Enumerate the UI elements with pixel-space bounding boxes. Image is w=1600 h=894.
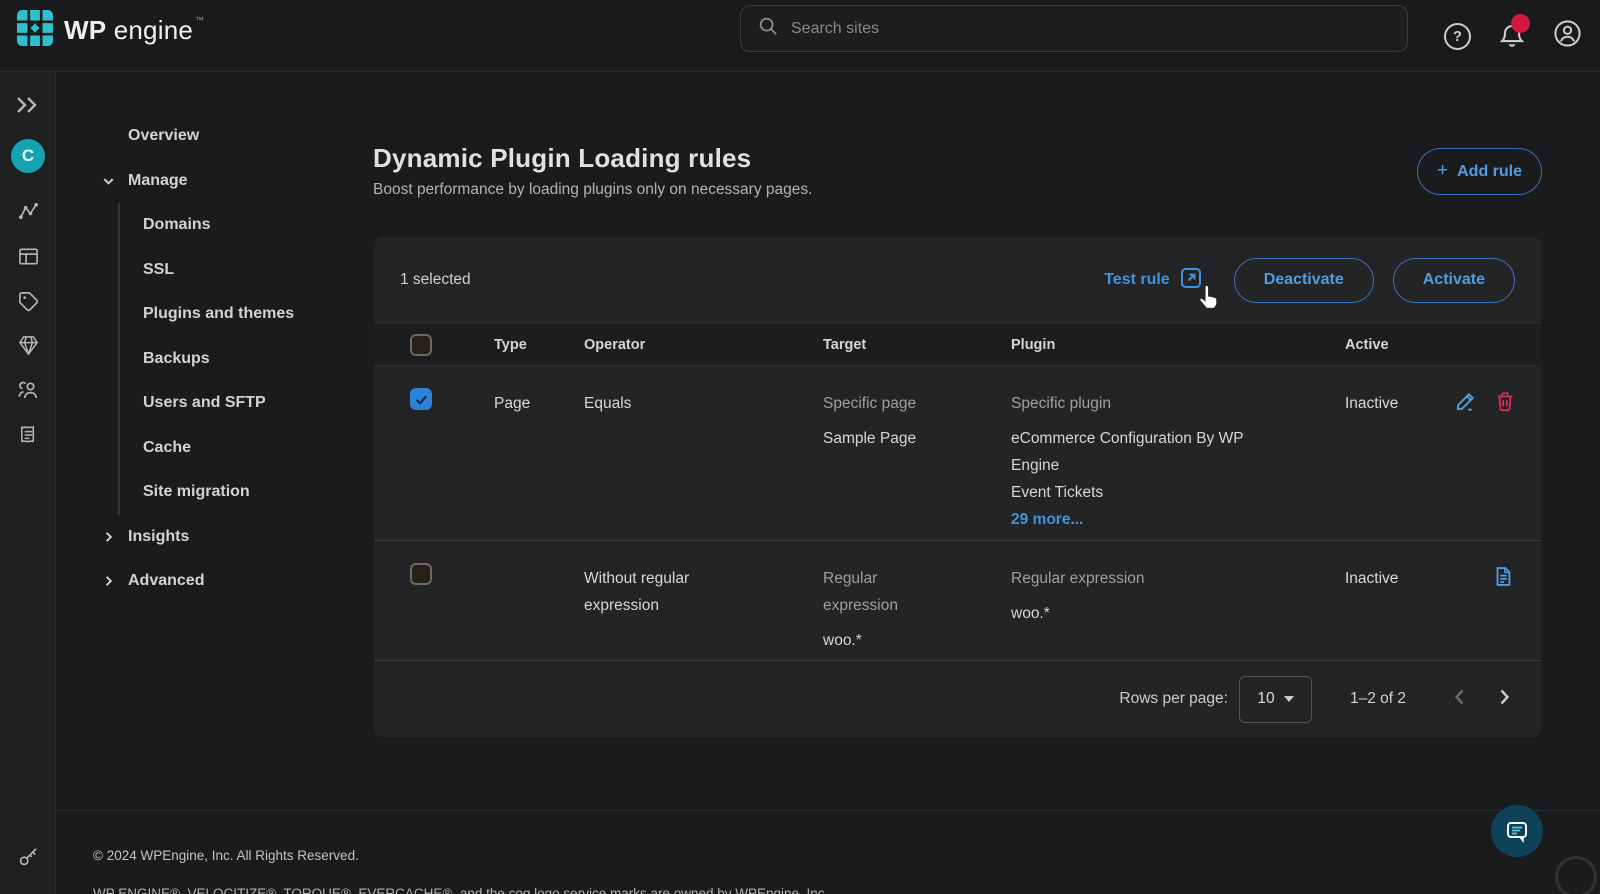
activity-graph-icon[interactable] — [0, 193, 56, 229]
add-rule-button[interactable]: + Add rule — [1417, 148, 1542, 195]
topbar: WP engine™ Search sites ? — [0, 0, 1600, 72]
column-header-type: Type — [494, 337, 584, 353]
ssh-keys-icon[interactable] — [0, 838, 56, 874]
column-header-target: Target — [823, 337, 1011, 353]
cell-active-status: Inactive — [1345, 541, 1454, 660]
sidebar-item-users-and-sftp[interactable]: Users and SFTP — [120, 381, 328, 426]
sidebar-item-domains[interactable]: Domains — [120, 203, 328, 248]
trademarks-text: WP ENGINE®, VELOCITIZE®, TORQUE®, EVERCA… — [93, 886, 828, 894]
plus-icon: + — [1437, 160, 1448, 182]
rules-table-card: 1 selected Test rule Deactivate Activate — [374, 237, 1541, 737]
rows-per-page-label: Rows per page: — [1119, 690, 1228, 708]
pagination-range: 1–2 of 2 — [1350, 690, 1406, 708]
search-sites-input[interactable]: Search sites — [740, 5, 1408, 52]
wpengine-grid-icon — [16, 9, 54, 52]
select-all-checkbox[interactable] — [410, 334, 432, 356]
rows-per-page-select[interactable]: 10 — [1239, 676, 1312, 723]
activate-button[interactable]: Activate — [1393, 258, 1515, 303]
help-icon[interactable]: ? — [1444, 23, 1471, 50]
site-avatar[interactable]: C — [0, 138, 56, 174]
column-header-plugin: Plugin — [1011, 337, 1345, 353]
sidebar-item-insights[interactable]: Insights — [98, 515, 328, 560]
cell-target: Regular expression woo.* — [823, 541, 1011, 660]
sidebar-item-cache[interactable]: Cache — [120, 426, 328, 471]
chevron-right-icon — [102, 530, 115, 543]
table-toolbar: 1 selected Test rule Deactivate Activate — [374, 237, 1541, 323]
sidebar-item-manage[interactable]: Manage — [98, 159, 328, 204]
manage-subnav: Domains SSL Plugins and themes Backups U… — [118, 203, 328, 515]
row-checkbox-unchecked[interactable] — [410, 563, 432, 585]
row-checkbox-checked[interactable] — [410, 388, 432, 410]
column-header-active: Active — [1345, 337, 1454, 353]
sidebar-item-ssl[interactable]: SSL — [120, 248, 328, 293]
caret-down-icon — [1284, 696, 1294, 702]
cell-type — [494, 541, 584, 660]
search-placeholder: Search sites — [791, 20, 879, 38]
cell-target: Specific page Sample Page — [823, 366, 1011, 540]
ghost-loader-circle — [1555, 856, 1597, 894]
delete-rule-icon[interactable] — [1494, 390, 1516, 540]
page-title: Dynamic Plugin Loading rules — [373, 143, 751, 174]
search-icon — [757, 15, 779, 42]
more-plugins-link[interactable]: 29 more... — [1011, 506, 1345, 533]
copyright-text: © 2024 WPEngine, Inc. All Rights Reserve… — [93, 848, 359, 863]
notifications-bell-icon[interactable] — [1498, 22, 1526, 50]
tags-icon[interactable] — [0, 283, 56, 319]
sites-layout-icon[interactable] — [0, 238, 56, 274]
cell-operator: Equals — [584, 366, 823, 540]
users-icon[interactable] — [0, 372, 56, 408]
deactivate-button[interactable]: Deactivate — [1234, 258, 1374, 303]
icon-rail: C — [0, 72, 56, 894]
table-pagination: Rows per page: 10 1–2 of 2 — [374, 661, 1541, 737]
footer-divider — [56, 810, 1600, 811]
page-subtitle: Boost performance by loading plugins onl… — [373, 181, 812, 199]
chevron-right-icon — [102, 575, 115, 588]
test-rule-link[interactable]: Test rule — [1104, 266, 1203, 295]
table-row: Page Equals Specific page Sample Page Sp… — [374, 366, 1541, 541]
sidebar-item-backups[interactable]: Backups — [120, 337, 328, 382]
hand-cursor-pointer — [1196, 284, 1220, 315]
activity-log-icon[interactable] — [0, 416, 56, 452]
sidebar-item-overview[interactable]: Overview — [98, 114, 328, 159]
account-icon[interactable] — [1553, 19, 1582, 53]
chevron-down-icon — [102, 174, 115, 187]
chat-support-button[interactable] — [1491, 805, 1543, 857]
cell-operator: Without regular expression — [584, 541, 823, 660]
column-header-operator: Operator — [584, 337, 823, 353]
sidebar-item-advanced[interactable]: Advanced — [98, 559, 328, 604]
sidebar-item-site-migration[interactable]: Site migration — [120, 470, 328, 515]
cell-active-status: Inactive — [1345, 366, 1454, 540]
previous-page-icon[interactable] — [1450, 687, 1470, 712]
next-page-icon[interactable] — [1494, 687, 1514, 712]
cell-type: Page — [494, 366, 584, 540]
expand-sidebar-icon[interactable] — [0, 87, 56, 123]
logo-wordmark: WP engine™ — [64, 15, 204, 46]
cell-plugin: Regular expression woo.* — [1011, 541, 1345, 660]
sidebar-item-plugins-and-themes[interactable]: Plugins and themes — [120, 292, 328, 337]
table-header-row: Type Operator Target Plugin Active — [374, 323, 1541, 366]
table-row: Without regular expression Regular expre… — [374, 541, 1541, 661]
cell-plugin: Specific plugin eCommerce Configuration … — [1011, 366, 1345, 540]
rule-details-document-icon[interactable] — [1492, 565, 1514, 660]
premium-gem-icon[interactable] — [0, 327, 56, 363]
sidebar-nav: Overview Manage Domains SSL Plugins and … — [98, 114, 328, 604]
notification-badge — [1511, 14, 1530, 33]
wpengine-portal: WP engine™ Search sites ? — [0, 0, 1600, 894]
wpengine-logo[interactable]: WP engine™ — [16, 9, 204, 52]
selected-count: 1 selected — [400, 271, 471, 289]
edit-rule-icon[interactable] — [1454, 390, 1477, 540]
topbar-actions: ? — [1444, 0, 1582, 72]
